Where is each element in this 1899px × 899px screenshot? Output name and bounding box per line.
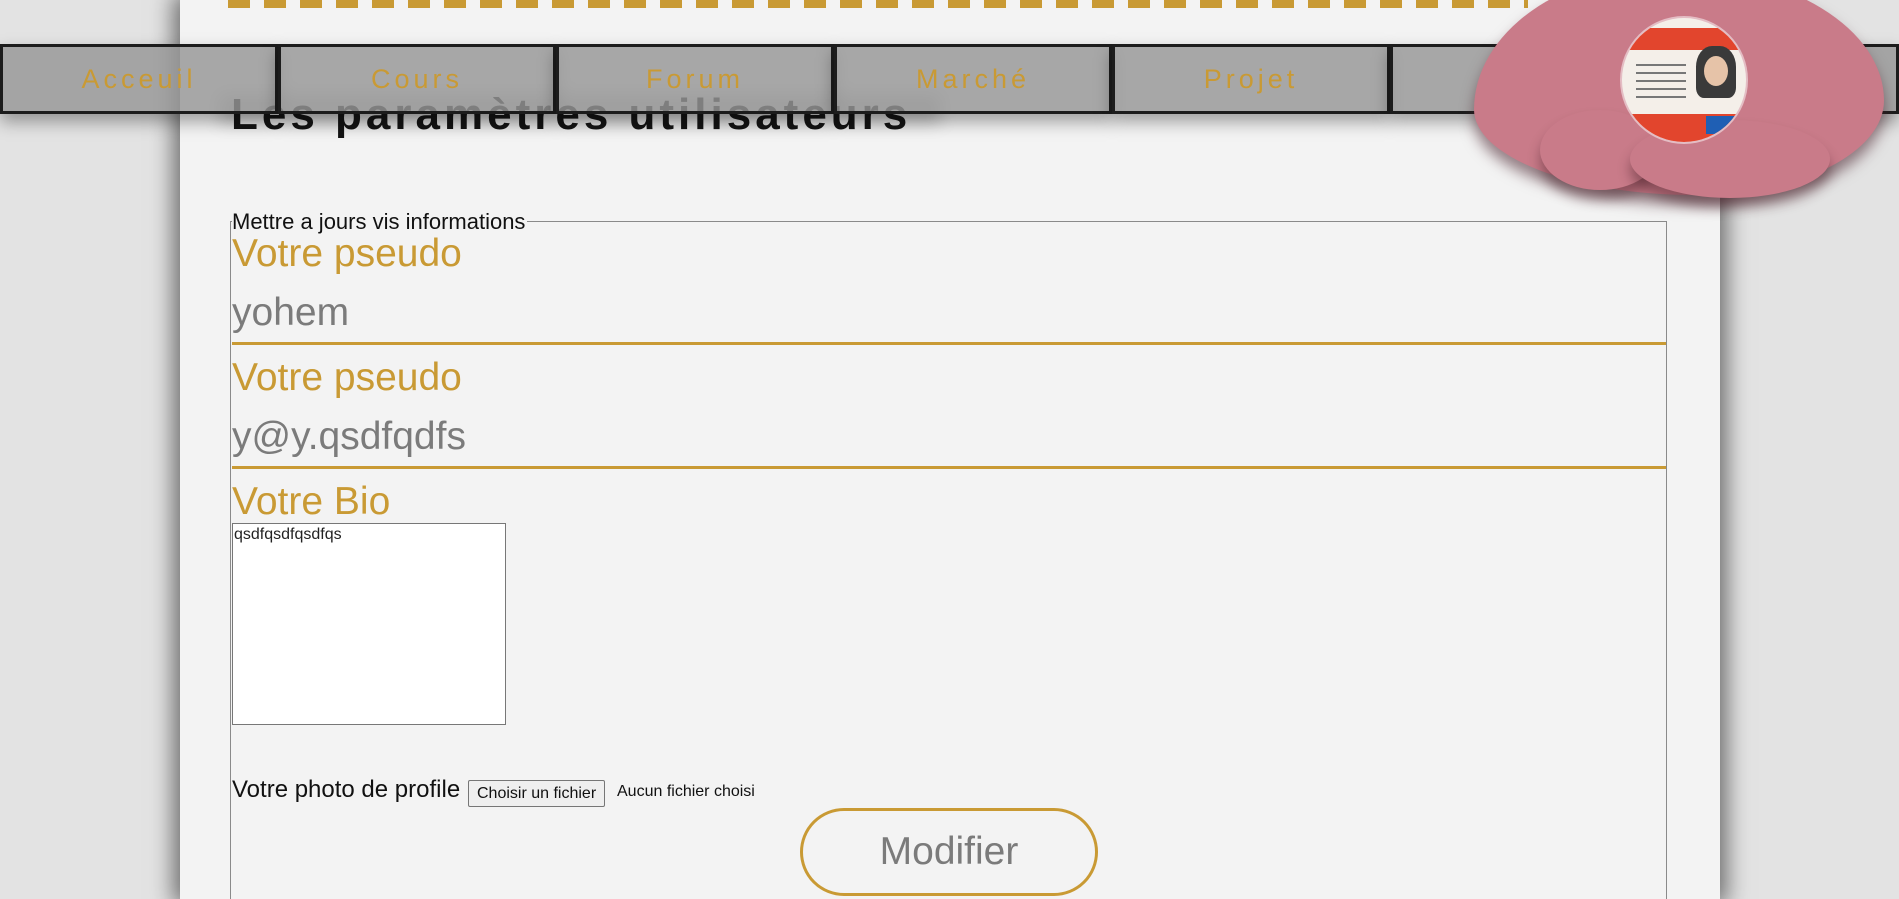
file-status: Aucun fichier choisi <box>617 783 755 800</box>
email-label: Votre pseudo <box>232 356 462 399</box>
photo-label: Votre photo de profile <box>232 776 461 803</box>
pseudo-label: Votre pseudo <box>232 232 462 275</box>
decorative-strip <box>228 0 1528 8</box>
choose-file-button[interactable]: Choisir un fichier <box>468 780 606 807</box>
card-logo <box>1706 116 1740 134</box>
bio-label: Votre Bio <box>232 480 391 523</box>
page: Les paramètres utilisateurs Mettre a jou… <box>0 0 1899 899</box>
nav-item-projet[interactable]: Projet <box>1112 44 1390 114</box>
card-text-lines <box>1636 64 1686 102</box>
nav-item-cours[interactable]: Cours <box>278 44 556 114</box>
modifier-button[interactable]: Modifier <box>800 808 1098 896</box>
card-header-band <box>1622 28 1746 50</box>
email-input[interactable] <box>232 408 1666 469</box>
profile-photo-icon <box>1696 46 1736 98</box>
nav-item-marche[interactable]: Marché <box>834 44 1112 114</box>
avatar[interactable] <box>1622 18 1746 142</box>
nav-item-acceuil[interactable]: Acceuil <box>0 44 278 114</box>
nav-item-forum[interactable]: Forum <box>556 44 834 114</box>
pseudo-input[interactable] <box>232 284 1666 345</box>
bio-textarea[interactable]: qsdfqsdfqsdfqs <box>232 523 506 725</box>
